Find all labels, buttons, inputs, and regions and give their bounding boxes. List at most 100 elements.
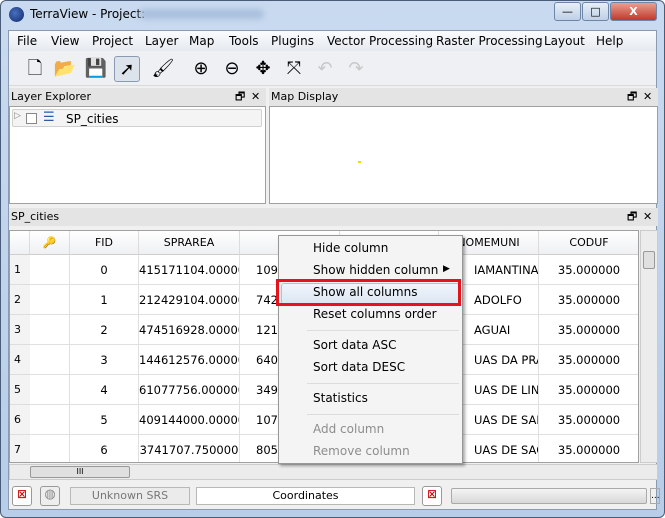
- menu-file[interactable]: File: [17, 34, 37, 48]
- menu-separator: [307, 414, 459, 415]
- submenu-arrow-icon: ▶: [443, 264, 450, 274]
- maximize-button[interactable]: □: [582, 2, 609, 21]
- srs-field[interactable]: Unknown SRS: [70, 487, 190, 505]
- key-cell: [30, 315, 70, 345]
- menu-plugins[interactable]: Plugins: [271, 34, 314, 48]
- pan-icon[interactable]: ✥: [250, 56, 276, 82]
- float-icon[interactable]: 🗗: [627, 208, 637, 226]
- menu-sort-desc[interactable]: Sort data DESC: [313, 360, 405, 374]
- map-canvas[interactable]: [269, 106, 658, 204]
- layer-item-sp-cities[interactable]: ▷ ☰ SP_cities: [12, 109, 262, 127]
- close-icon[interactable]: ✕: [251, 88, 260, 106]
- table-cell[interactable]: 35.000000: [539, 285, 638, 315]
- table-cell[interactable]: 6: [70, 435, 139, 462]
- open-folder-icon[interactable]: 📂: [52, 56, 78, 82]
- table-panel-header: SP_cities 🗗 ✕: [9, 208, 658, 226]
- row-header[interactable]: 3: [10, 315, 30, 345]
- redo-icon[interactable]: ↷: [343, 56, 369, 82]
- table-panel-title: SP_cities: [11, 210, 60, 223]
- vertical-scroll-thumb[interactable]: [643, 251, 655, 269]
- float-icon[interactable]: 🗗: [627, 88, 637, 106]
- table-cell[interactable]: 212429104.000000: [139, 285, 240, 315]
- key-cell: [30, 375, 70, 405]
- highlight-annotation-box: [276, 279, 461, 306]
- table-cell[interactable]: 35.000000: [539, 315, 638, 345]
- menu-help[interactable]: Help: [596, 34, 623, 48]
- table-cell[interactable]: 35.000000: [539, 345, 638, 375]
- menu-statistics[interactable]: Statistics: [313, 391, 368, 405]
- menu-raster-processing[interactable]: Raster Processing: [436, 34, 543, 48]
- zoom-in-icon[interactable]: ⊕: [188, 56, 214, 82]
- row-header[interactable]: 2: [10, 285, 30, 315]
- menu-hide-column[interactable]: Hide column: [313, 241, 388, 255]
- vertical-scrollbar[interactable]: [640, 230, 658, 463]
- table-cell[interactable]: 409144000.000000: [139, 405, 240, 435]
- table-cell[interactable]: 2: [70, 315, 139, 345]
- layer-checkbox[interactable]: [26, 113, 37, 124]
- menu-layer[interactable]: Layer: [145, 34, 178, 48]
- close-button[interactable]: X: [610, 2, 657, 21]
- minimize-button[interactable]: —: [554, 2, 581, 21]
- row-header[interactable]: 7: [10, 435, 30, 462]
- row-header[interactable]: 4: [10, 345, 30, 375]
- column-header[interactable]: FID: [70, 231, 139, 255]
- expand-arrow-icon[interactable]: ▷: [14, 111, 21, 121]
- zoom-extent-icon[interactable]: ⤧: [281, 56, 307, 82]
- menu-project[interactable]: Project: [92, 34, 133, 48]
- table-cell[interactable]: 35.000000: [539, 435, 638, 462]
- menu-vector-processing[interactable]: Vector Processing: [327, 34, 433, 48]
- menu-bar: File View Project Layer Map Tools Plugins Vecto…: [9, 31, 656, 51]
- map-display-title: Map Display: [271, 90, 339, 103]
- globe-icon[interactable]: ◍: [40, 486, 60, 506]
- save-icon[interactable]: 💾: [83, 56, 109, 82]
- menu-view[interactable]: View: [51, 34, 79, 48]
- table-cell[interactable]: 35.000000: [539, 375, 638, 405]
- close-icon[interactable]: ✕: [643, 208, 652, 226]
- table-cell[interactable]: 0: [70, 255, 139, 285]
- more-button[interactable]: ...: [650, 488, 660, 504]
- layer-explorer-title: Layer Explorer: [11, 90, 91, 103]
- pointer-icon[interactable]: ➚: [114, 56, 140, 82]
- row-header[interactable]: 1: [10, 255, 30, 285]
- column-header[interactable]: SPRAREA: [139, 231, 240, 255]
- column-context-menu: Hide column Show hidden column ▶ Show al…: [278, 235, 463, 464]
- table-cell[interactable]: 3: [70, 345, 139, 375]
- table-cell[interactable]: 474516928.000000: [139, 315, 240, 345]
- column-header[interactable]: CODUF: [539, 231, 638, 255]
- table-cell[interactable]: 61077756.000000: [139, 375, 240, 405]
- table-cell[interactable]: 35.000000: [539, 405, 638, 435]
- menu-reset-columns-order[interactable]: Reset columns order: [313, 307, 437, 321]
- corner-header[interactable]: [10, 231, 30, 255]
- table-cell[interactable]: 4: [70, 375, 139, 405]
- zoom-out-icon[interactable]: ⊖: [219, 56, 245, 82]
- menu-show-hidden-column[interactable]: Show hidden column: [313, 263, 438, 277]
- table-cell[interactable]: 1: [70, 285, 139, 315]
- menu-tools[interactable]: Tools: [229, 34, 259, 48]
- key-cell: [30, 405, 70, 435]
- key-column-header[interactable]: 🔑: [30, 231, 70, 255]
- table-cell[interactable]: 5: [70, 405, 139, 435]
- coordinates-field: Coordinates: [196, 487, 415, 505]
- menu-map[interactable]: Map: [189, 34, 214, 48]
- horizontal-scroll-thumb[interactable]: III: [30, 466, 130, 478]
- table-cell[interactable]: 144612576.000000: [139, 345, 240, 375]
- paint-brush-icon[interactable]: 🖌: [150, 56, 176, 82]
- layer-explorer-header: Layer Explorer 🗗 ✕: [9, 88, 266, 106]
- horizontal-scrollbar[interactable]: III: [9, 464, 658, 480]
- menu-sort-asc[interactable]: Sort data ASC: [313, 338, 396, 352]
- table-cell[interactable]: 415171104.000000: [139, 255, 240, 285]
- app-globe-icon: [9, 7, 24, 22]
- progress-bar: [451, 488, 647, 504]
- float-icon[interactable]: 🗗: [235, 88, 245, 106]
- menu-layout[interactable]: Layout: [544, 34, 585, 48]
- layer-tree: ▷ ☰ SP_cities: [9, 106, 266, 204]
- new-project-icon[interactable]: 🗋: [22, 56, 48, 82]
- table-cell[interactable]: 35.000000: [539, 255, 638, 285]
- srs-error-icon[interactable]: ⊠: [12, 486, 32, 506]
- row-header[interactable]: 5: [10, 375, 30, 405]
- close-icon[interactable]: ✕: [643, 88, 652, 106]
- undo-icon[interactable]: ↶: [312, 56, 338, 82]
- row-header[interactable]: 6: [10, 405, 30, 435]
- stop-draw-icon[interactable]: ⊠: [422, 486, 442, 506]
- table-cell[interactable]: 3741707.750000: [139, 435, 240, 462]
